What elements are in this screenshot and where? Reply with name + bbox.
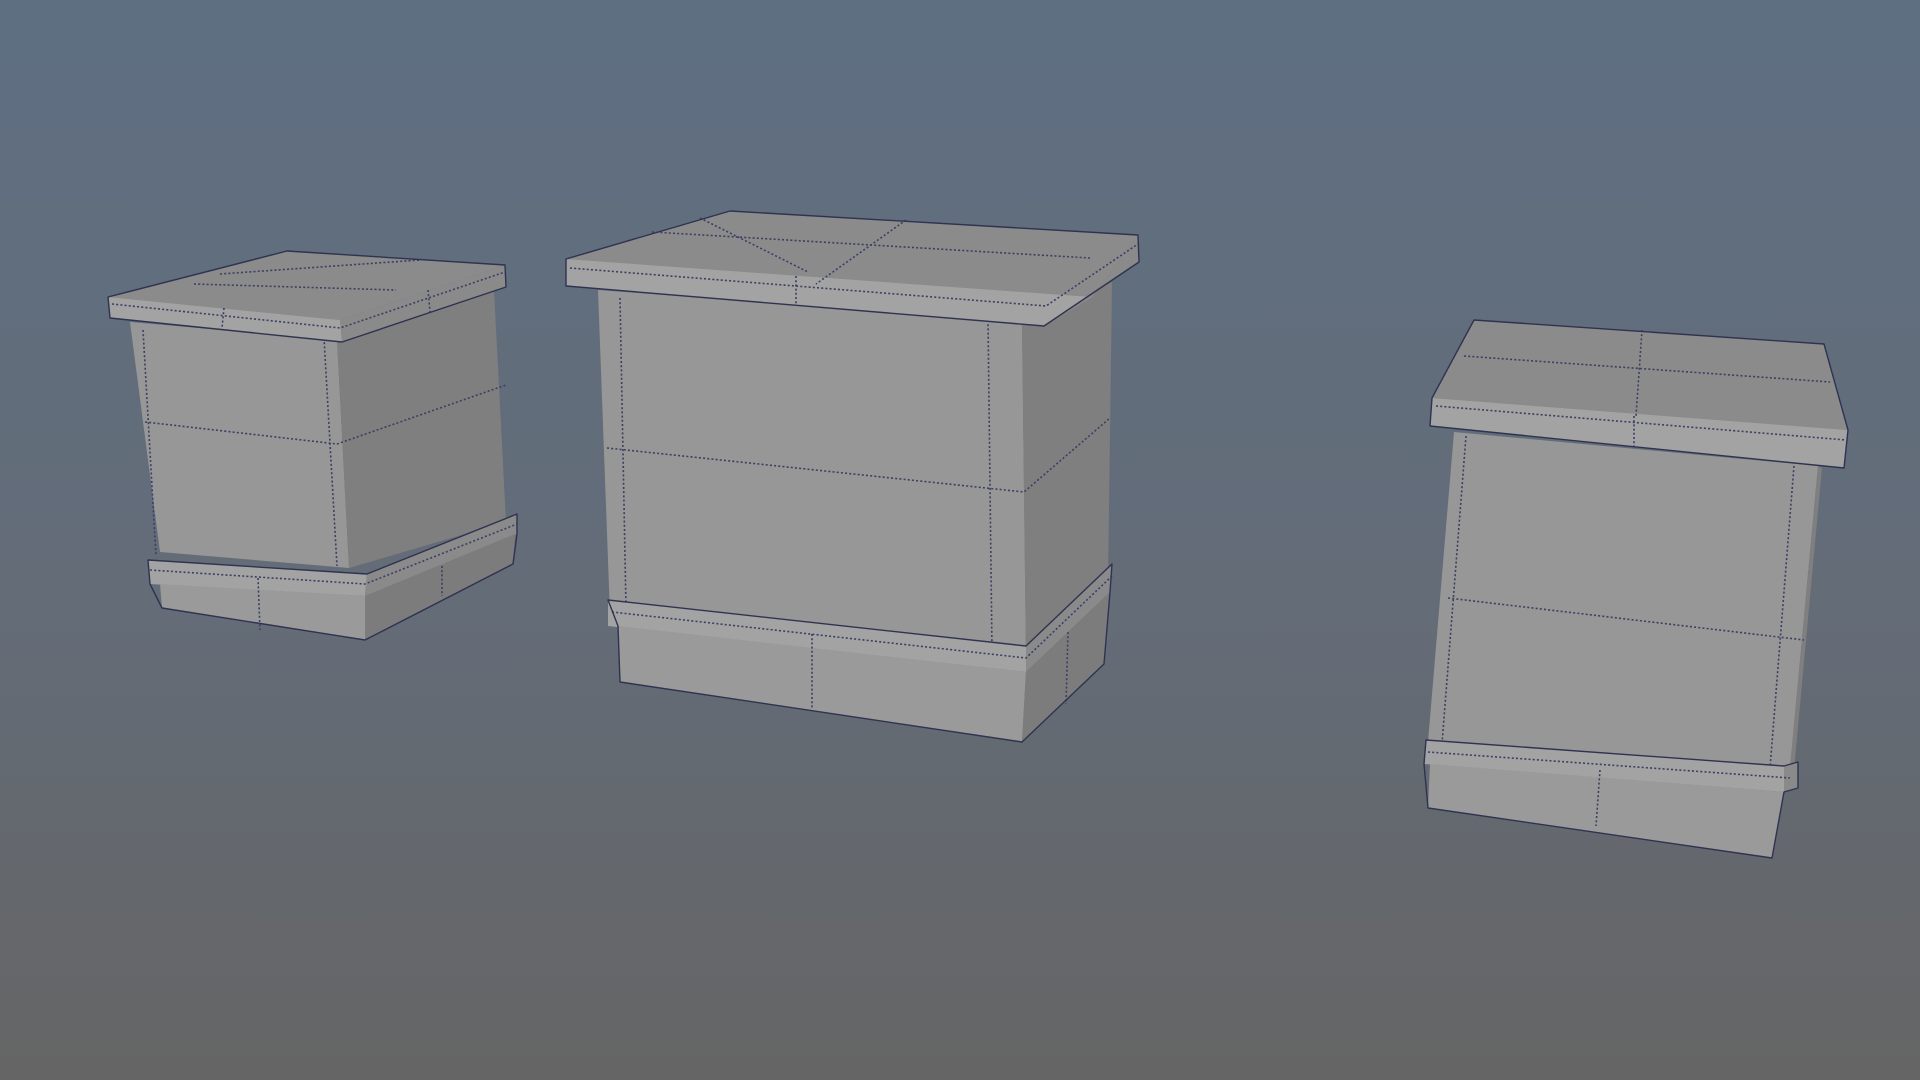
viewport-canvas[interactable]	[0, 0, 1920, 1080]
crate-right[interactable]	[1423, 319, 1849, 859]
crate-center[interactable]	[565, 210, 1140, 743]
crate-left-body-front	[130, 322, 349, 568]
crate-center-body-front	[598, 290, 1026, 658]
crate-right-body-front	[1428, 432, 1818, 768]
3d-viewport[interactable]	[0, 0, 1920, 1080]
crate-left[interactable]	[107, 250, 518, 641]
